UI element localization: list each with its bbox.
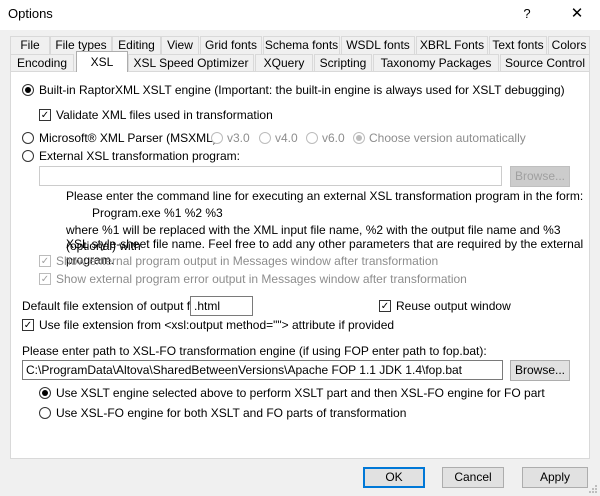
fo-option-2-radio[interactable] — [39, 407, 51, 419]
builtin-engine-radio[interactable] — [22, 84, 34, 96]
resize-grip-icon[interactable] — [588, 484, 598, 494]
fo-option-1-label: Use XSLT engine selected above to perfor… — [56, 386, 545, 400]
tab-xbrl-fonts[interactable]: XBRL Fonts — [416, 36, 488, 54]
reuse-output-checkbox[interactable]: ✓ — [379, 300, 391, 312]
show-error-label: Show external program error output in Me… — [56, 272, 467, 286]
msxml-auto-label: Choose version automatically — [369, 131, 526, 145]
msxml-label: Microsoft® XML Parser (MSXML): — [39, 131, 221, 145]
msxml-v40-label: v4.0 — [275, 131, 298, 145]
tab-colors[interactable]: Colors — [548, 36, 590, 54]
msxml-v60-label: v6.0 — [322, 131, 345, 145]
show-output-label: Show external program output in Messages… — [56, 254, 439, 268]
tab-file[interactable]: File — [10, 36, 50, 54]
window-title: Options — [8, 6, 53, 21]
external-program-radio[interactable] — [22, 150, 34, 162]
fo-option-2-label: Use XSL-FO engine for both XSLT and FO p… — [56, 406, 407, 420]
tab-xquery[interactable]: XQuery — [255, 54, 313, 72]
close-button[interactable]: ✕ — [560, 2, 594, 26]
tab-schema-fonts[interactable]: Schema fonts — [263, 36, 340, 54]
msxml-v30-label: v3.0 — [227, 131, 250, 145]
reuse-output-label: Reuse output window — [396, 299, 511, 313]
msxml-radio[interactable] — [22, 132, 34, 144]
title-bar — [0, 0, 600, 30]
tab-encoding[interactable]: Encoding — [10, 54, 74, 72]
msxml-auto-radio[interactable] — [353, 132, 365, 144]
output-extension-label: Default file extension of output file: — [22, 299, 206, 313]
tab-taxonomy-packages[interactable]: Taxonomy Packages — [373, 54, 499, 72]
external-program-input[interactable] — [39, 166, 502, 186]
validate-xml-label: Validate XML files used in transformatio… — [56, 108, 273, 122]
apply-button[interactable]: Apply — [522, 467, 588, 488]
fo-engine-path-input[interactable]: C:\ProgramData\Altova\SharedBetweenVersi… — [22, 360, 503, 380]
tab-grid-fonts[interactable]: Grid fonts — [200, 36, 262, 54]
external-browse-button[interactable]: Browse... — [510, 166, 570, 187]
command-line-example: Program.exe %1 %2 %3 — [92, 206, 223, 220]
msxml-v40-radio[interactable] — [259, 132, 271, 144]
external-program-label: External XSL transformation program: — [39, 149, 240, 163]
cancel-button[interactable]: Cancel — [442, 467, 504, 488]
fo-engine-label: Please enter path to XSL-FO transformati… — [22, 344, 487, 358]
fo-browse-button[interactable]: Browse... — [510, 360, 570, 381]
output-extension-input[interactable]: .html — [190, 296, 253, 316]
msxml-v30-radio[interactable] — [211, 132, 223, 144]
tab-scripting[interactable]: Scripting — [314, 54, 372, 72]
validate-xml-checkbox[interactable]: ✓ — [39, 109, 51, 121]
use-file-extension-label: Use file extension from <xsl:output meth… — [39, 318, 395, 332]
builtin-engine-label: Built-in RaptorXML XSLT engine (Importan… — [39, 83, 565, 97]
show-error-checkbox[interactable]: ✓ — [39, 273, 51, 285]
tab-view[interactable]: View — [161, 36, 199, 54]
command-line-intro: Please enter the command line for execut… — [66, 189, 584, 203]
use-file-extension-checkbox[interactable]: ✓ — [22, 319, 34, 331]
tab-xsl[interactable]: XSL — [76, 51, 128, 72]
tab-source-control[interactable]: Source Control — [500, 54, 590, 72]
help-button[interactable]: ? — [512, 2, 542, 26]
tab-wsdl-fonts[interactable]: WSDL fonts — [341, 36, 415, 54]
tab-xsl-speed-optimizer[interactable]: XSL Speed Optimizer — [128, 54, 254, 72]
show-output-checkbox[interactable]: ✓ — [39, 255, 51, 267]
tab-text-fonts[interactable]: Text fonts — [489, 36, 547, 54]
ok-button[interactable]: OK — [363, 467, 425, 488]
msxml-v60-radio[interactable] — [306, 132, 318, 144]
fo-option-1-radio[interactable] — [39, 387, 51, 399]
